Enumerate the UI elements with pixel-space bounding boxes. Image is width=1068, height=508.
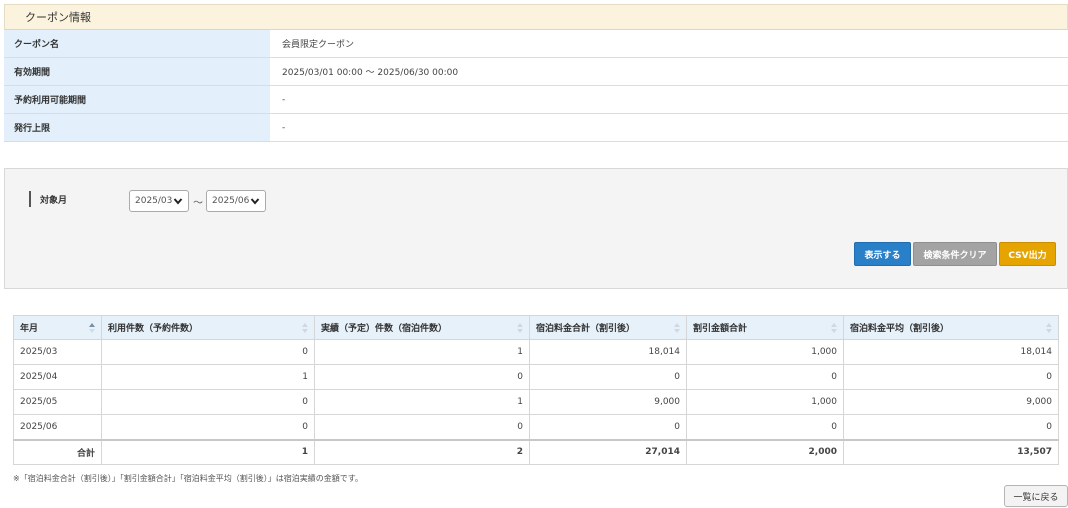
column-header-usage-count[interactable]: 利用件数（予約件数） [101,315,315,340]
from-month-value: 2025/03 [135,196,173,206]
footnote: ※「宿泊料金合計（割引後）」「割引金額合計」「宿泊料金平均（割引後）」は宿泊実績… [13,474,363,483]
cell-month: 2025/06 [13,414,102,440]
show-button[interactable]: 表示する [854,242,911,266]
cell-stay-count: 1 [314,339,530,365]
total-average-fee: 13,507 [843,438,1059,465]
cell-month: 2025/05 [13,389,102,415]
table-row: 2025/04 1 0 0 0 0 [13,364,1059,390]
sort-asc-icon [89,323,95,333]
coupon-info-title: クーポン情報 [25,11,91,24]
validity-period-label: 有効期間 [4,58,270,85]
total-fee: 27,014 [529,438,687,465]
issue-limit-value: - [270,114,1068,141]
total-usage-count: 1 [101,438,315,465]
coupon-name-row: クーポン名 会員限定クーポン [4,30,1068,58]
column-header-total-fee[interactable]: 宿泊料金合計（割引後） [529,315,687,340]
sort-icon [517,323,523,333]
reservation-period-label: 予約利用可能期間 [4,86,270,113]
target-month-label: 対象月 [29,191,67,207]
to-month-select[interactable]: 2025/06 [206,190,266,212]
reservation-period-value: - [270,86,1068,113]
cell-month: 2025/04 [13,364,102,390]
chevron-down-icon [250,198,260,205]
validity-period-row: 有効期間 2025/03/01 00:00 〜 2025/06/30 00:00 [4,58,1068,86]
cell-average-fee: 0 [843,364,1059,390]
cell-discount-total: 1,000 [686,339,844,365]
cell-total-fee: 18,014 [529,339,687,365]
issue-limit-row: 発行上限 - [4,114,1068,142]
cell-stay-count: 1 [314,389,530,415]
total-discount: 2,000 [686,438,844,465]
column-header-average-fee[interactable]: 宿泊料金平均（割引後） [843,315,1059,340]
cell-stay-count: 0 [314,414,530,440]
coupon-name-value: 会員限定クーポン [270,30,1068,57]
cell-average-fee: 18,014 [843,339,1059,365]
total-row: 合計 1 2 27,014 2,000 13,507 [13,438,1059,465]
cell-usage-count: 0 [101,414,315,440]
coupon-name-label: クーポン名 [4,30,270,57]
cell-average-fee: 0 [843,414,1059,440]
cell-average-fee: 9,000 [843,389,1059,415]
total-stay-count: 2 [314,438,530,465]
search-panel: 対象月 2025/03 〜 2025/06 表示する 検索条件クリア CSV出力 [4,168,1068,289]
total-label: 合計 [13,438,102,465]
column-header-discount-total[interactable]: 割引金額合計 [686,315,844,340]
clear-search-button[interactable]: 検索条件クリア [913,242,997,266]
sort-icon [831,323,837,333]
sort-icon [302,323,308,333]
cell-usage-count: 0 [101,339,315,365]
results-table: 年月 利用件数（予約件数） 実績（予定）件数（宿泊件数） 宿泊料金合計（割引後） [13,315,1059,465]
coupon-info-header: クーポン情報 [4,4,1068,30]
cell-month: 2025/03 [13,339,102,365]
cell-total-fee: 0 [529,364,687,390]
cell-stay-count: 0 [314,364,530,390]
cell-total-fee: 0 [529,414,687,440]
cell-usage-count: 1 [101,364,315,390]
cell-discount-total: 0 [686,364,844,390]
table-row: 2025/03 0 1 18,014 1,000 18,014 [13,339,1059,365]
issue-limit-label: 発行上限 [4,114,270,141]
validity-period-value: 2025/03/01 00:00 〜 2025/06/30 00:00 [270,58,1068,85]
from-month-select[interactable]: 2025/03 [129,190,189,212]
coupon-info-table: クーポン名 会員限定クーポン 有効期間 2025/03/01 00:00 〜 2… [4,30,1068,142]
cell-discount-total: 0 [686,414,844,440]
cell-total-fee: 9,000 [529,389,687,415]
cell-discount-total: 1,000 [686,389,844,415]
back-to-list-button[interactable]: 一覧に戻る [1004,485,1068,507]
reservation-period-row: 予約利用可能期間 - [4,86,1068,114]
csv-export-button[interactable]: CSV出力 [999,242,1056,266]
to-month-value: 2025/06 [212,196,250,206]
column-header-month[interactable]: 年月 [13,315,102,340]
table-header-row: 年月 利用件数（予約件数） 実績（予定）件数（宿泊件数） 宿泊料金合計（割引後） [13,315,1059,340]
column-header-stay-count[interactable]: 実績（予定）件数（宿泊件数） [314,315,530,340]
chevron-down-icon [173,198,183,205]
sort-icon [1046,323,1052,333]
cell-usage-count: 0 [101,389,315,415]
sort-icon [674,323,680,333]
range-separator: 〜 [193,198,203,209]
table-row: 2025/05 0 1 9,000 1,000 9,000 [13,389,1059,415]
table-row: 2025/06 0 0 0 0 0 [13,414,1059,440]
